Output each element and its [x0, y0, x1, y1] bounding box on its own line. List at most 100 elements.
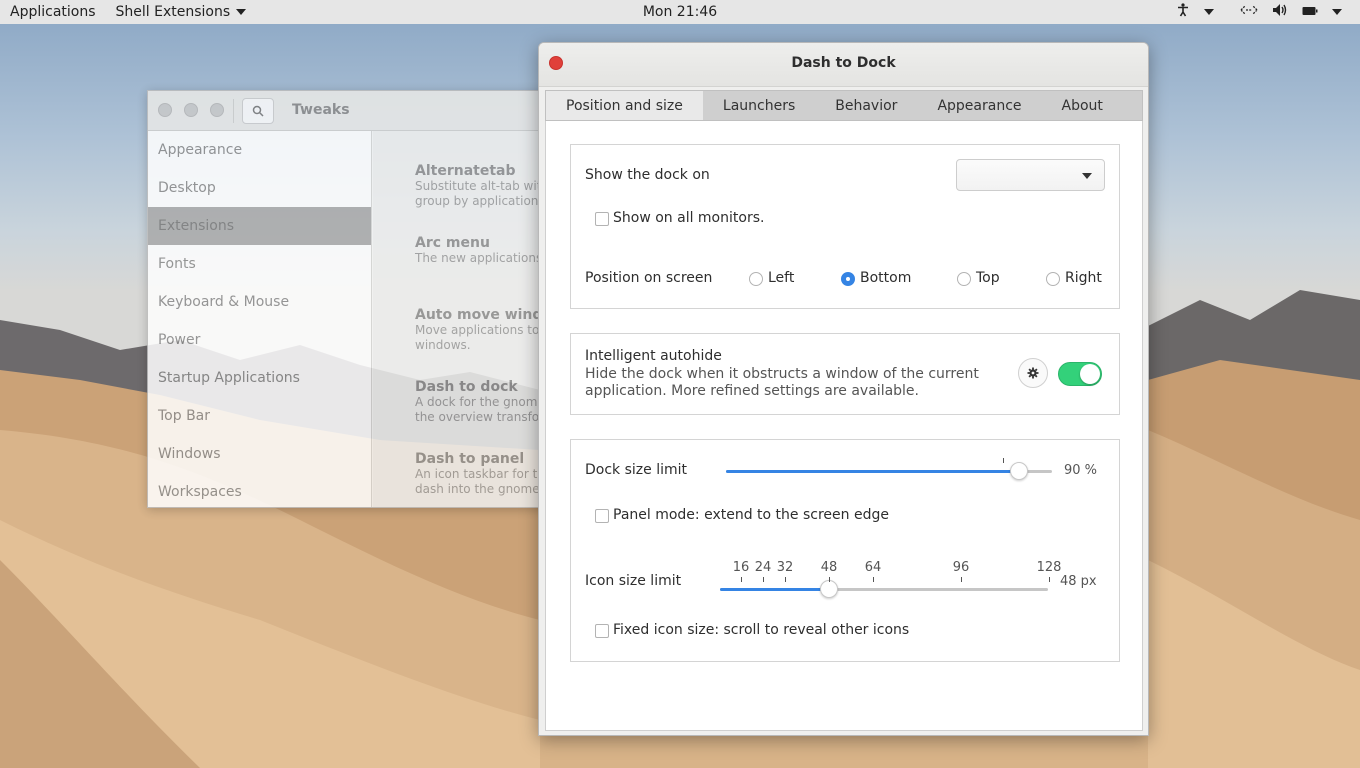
dtd-headerbar: Dash to Dock — [539, 43, 1148, 87]
sidebar-item-extensions[interactable]: Extensions — [148, 207, 371, 245]
list-item[interactable]: Dash to dock A dock for the gnome the ov… — [415, 379, 556, 425]
autohide-description-line1: Hide the dock when it obstructs a window… — [585, 366, 979, 382]
position-left-radio[interactable] — [749, 272, 763, 286]
search-button[interactable] — [242, 98, 274, 124]
show-dock-on-label: Show the dock on — [585, 167, 710, 183]
icon-size-mark-label: 48 — [820, 560, 838, 575]
icon-size-tick — [763, 577, 764, 582]
chevron-down-icon — [236, 9, 247, 15]
sidebar-item-keyboard-mouse[interactable]: Keyboard & Mouse — [148, 283, 371, 321]
position-top-label: Top — [976, 270, 1000, 286]
position-right-label: Right — [1065, 270, 1102, 286]
icon-size-tick — [785, 577, 786, 582]
tab-behavior[interactable]: Behavior — [815, 91, 917, 120]
battery-icon[interactable] — [1302, 4, 1318, 20]
search-icon — [252, 105, 264, 117]
dock-size-slider[interactable] — [726, 470, 1052, 473]
size-frame: Dock size limit 90 % Panel mode: extend … — [570, 439, 1120, 662]
position-frame: Show the dock on Show on all monitors. P… — [570, 144, 1120, 309]
icon-size-mark-label: 24 — [754, 560, 772, 575]
tab-appearance[interactable]: Appearance — [917, 91, 1041, 120]
icon-size-mark-label: 96 — [952, 560, 970, 575]
autohide-frame: Intelligent autohide Hide the dock when … — [570, 333, 1120, 415]
panel-mode-label: Panel mode: extend to the screen edge — [613, 507, 889, 523]
icon-size-mark-label: 128 — [1036, 560, 1062, 575]
sidebar-item-windows[interactable]: Windows — [148, 435, 371, 473]
tab-bar: Position and size Launchers Behavior App… — [545, 90, 1143, 121]
position-left-label: Left — [768, 270, 795, 286]
icon-size-tick — [741, 577, 742, 582]
slider-fill — [726, 470, 1020, 473]
dock-size-label: Dock size limit — [585, 462, 687, 478]
show-all-monitors-label: Show on all monitors. — [613, 210, 765, 226]
slider-mark — [1003, 458, 1004, 463]
maximize-icon[interactable] — [210, 103, 224, 117]
icon-size-mark-label: 64 — [864, 560, 882, 575]
window-title: Dash to Dock — [791, 55, 896, 71]
position-right-radio[interactable] — [1046, 272, 1060, 286]
toggle-knob — [1080, 364, 1100, 384]
tweaks-window: Tweaks Appearance Desktop Extensions Fon… — [147, 90, 557, 508]
minimize-icon[interactable] — [184, 103, 198, 117]
power-menu-icon[interactable] — [1332, 9, 1342, 15]
icon-size-value: 48 px — [1060, 574, 1097, 589]
icon-size-tick — [873, 577, 874, 582]
icon-size-slider[interactable] — [720, 588, 1048, 591]
position-label: Position on screen — [585, 270, 713, 286]
divider — [233, 99, 234, 123]
autohide-title: Intelligent autohide — [585, 348, 722, 364]
list-item[interactable]: Auto move windo Move applications to sp … — [415, 307, 556, 353]
chevron-down-icon — [1082, 173, 1092, 179]
chevron-down-icon[interactable] — [1204, 9, 1214, 15]
autohide-description-line2: application. More refined settings are a… — [585, 383, 919, 399]
sidebar-item-workspaces[interactable]: Workspaces — [148, 473, 371, 507]
sidebar-item-appearance[interactable]: Appearance — [148, 131, 371, 169]
sidebar-item-startup-applications[interactable]: Startup Applications — [148, 359, 371, 397]
icon-size-mark-label: 16 — [732, 560, 750, 575]
sidebar-item-fonts[interactable]: Fonts — [148, 245, 371, 283]
window-title: Tweaks — [292, 102, 350, 118]
tweaks-sidebar: Appearance Desktop Extensions Fonts Keyb… — [148, 131, 372, 507]
monitor-select[interactable] — [956, 159, 1105, 191]
slider-handle[interactable] — [820, 580, 838, 598]
slider-fill — [720, 588, 829, 591]
show-all-monitors-checkbox[interactable] — [595, 212, 609, 226]
shell-extensions-menu[interactable]: Shell Extensions — [106, 0, 257, 24]
sidebar-item-top-bar[interactable]: Top Bar — [148, 397, 371, 435]
fixed-icon-size-checkbox[interactable] — [595, 624, 609, 638]
fixed-icon-size-label: Fixed icon size: scroll to reveal other … — [613, 622, 910, 638]
tweaks-headerbar: Tweaks — [148, 91, 556, 131]
icon-size-tick — [829, 577, 830, 582]
system-tray — [1176, 0, 1342, 24]
close-icon[interactable] — [158, 103, 172, 117]
list-item[interactable]: Alternatetab Substitute alt-tab with gro… — [415, 163, 556, 209]
tab-launchers[interactable]: Launchers — [703, 91, 815, 120]
sidebar-item-power[interactable]: Power — [148, 321, 371, 359]
network-icon[interactable] — [1240, 4, 1258, 20]
position-bottom-radio[interactable] — [841, 272, 855, 286]
top-bar: Applications Shell Extensions Mon 21:46 — [0, 0, 1360, 24]
slider-handle[interactable] — [1010, 462, 1029, 480]
position-bottom-label: Bottom — [860, 270, 912, 286]
dash-to-dock-window: Dash to Dock Position and size Launchers… — [538, 42, 1149, 736]
sidebar-item-desktop[interactable]: Desktop — [148, 169, 371, 207]
extensions-list: Alternatetab Substitute alt-tab with gro… — [373, 131, 556, 507]
tab-position-and-size[interactable]: Position and size — [546, 91, 703, 120]
autohide-toggle[interactable] — [1058, 362, 1102, 386]
autohide-settings-button[interactable] — [1018, 358, 1048, 388]
gear-icon — [1027, 367, 1039, 379]
panel-mode-checkbox[interactable] — [595, 509, 609, 523]
clock[interactable]: Mon 21:46 — [633, 0, 727, 24]
icon-size-mark-label: 32 — [776, 560, 794, 575]
list-item[interactable]: Dash to panel An icon taskbar for the da… — [415, 451, 556, 497]
dock-size-value: 90 % — [1064, 463, 1098, 478]
volume-icon[interactable] — [1272, 3, 1288, 21]
accessibility-icon[interactable] — [1176, 3, 1190, 21]
icon-size-tick — [961, 577, 962, 582]
window-controls — [158, 103, 224, 117]
applications-menu[interactable]: Applications — [0, 0, 106, 24]
position-top-radio[interactable] — [957, 272, 971, 286]
icon-size-label: Icon size limit — [585, 573, 682, 589]
tab-about[interactable]: About — [1042, 91, 1123, 120]
list-item[interactable]: Arc menu The new applications m — [415, 235, 556, 266]
